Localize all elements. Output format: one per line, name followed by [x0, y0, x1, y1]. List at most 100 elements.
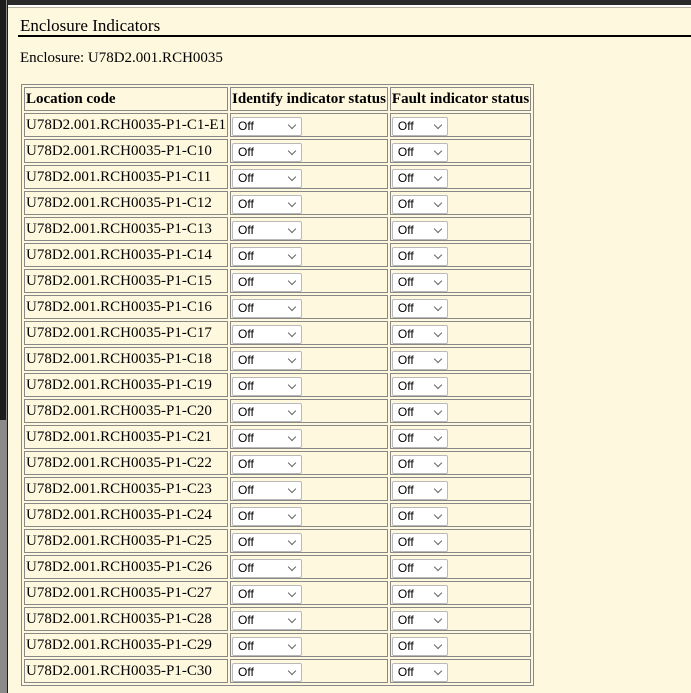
identify-indicator-select[interactable]: Off [232, 454, 303, 474]
fault-indicator-select[interactable]: Off [391, 298, 448, 318]
chevron-down-icon [433, 406, 443, 415]
fault-indicator-select[interactable]: Off [391, 324, 448, 344]
identify-indicator-select[interactable]: Off [232, 558, 303, 578]
identify-indicator-select[interactable]: Off [232, 506, 303, 526]
select-value: Off [238, 612, 254, 627]
chevron-down-icon [287, 302, 297, 311]
fault-indicator-select[interactable]: Off [391, 506, 448, 526]
fault-indicator-select[interactable]: Off [391, 584, 448, 604]
select-value: Off [397, 586, 414, 601]
chevron-down-icon [287, 198, 297, 207]
fault-status-cell: Off [389, 347, 532, 371]
fault-status-cell: Off [389, 529, 532, 553]
location-code-cell: U78D2.001.RCH0035-P1-C24 [24, 503, 229, 527]
fault-indicator-select[interactable]: Off [391, 610, 448, 630]
table-row: U78D2.001.RCH0035-P1-C22 Off Off [24, 451, 532, 475]
chevron-down-icon [433, 354, 443, 363]
identify-status-cell: Off [230, 243, 388, 267]
location-code-cell: U78D2.001.RCH0035-P1-C15 [24, 269, 229, 293]
identify-status-cell: Off [230, 139, 388, 163]
select-value: Off [397, 222, 414, 237]
select-value: Off [397, 274, 414, 289]
chevron-down-icon [433, 588, 443, 597]
chevron-down-icon [287, 380, 297, 389]
chevron-down-icon [433, 328, 443, 337]
fault-indicator-select[interactable]: Off [391, 532, 448, 552]
left-frame-shade [0, 0, 6, 420]
fault-indicator-select[interactable]: Off [391, 194, 448, 214]
table-row: U78D2.001.RCH0035-P1-C17 Off Off [24, 321, 532, 345]
location-code-cell: U78D2.001.RCH0035-P1-C10 [24, 139, 229, 163]
select-value: Off [238, 326, 254, 341]
identify-indicator-select[interactable]: Off [232, 662, 303, 682]
identify-status-cell: Off [230, 581, 388, 605]
identify-indicator-select[interactable]: Off [232, 402, 303, 422]
table-row: U78D2.001.RCH0035-P1-C25 Off Off [24, 529, 532, 553]
identify-indicator-select[interactable]: Off [232, 584, 303, 604]
select-value: Off [397, 170, 414, 185]
identify-indicator-select[interactable]: Off [232, 194, 303, 214]
fault-indicator-select[interactable]: Off [391, 246, 448, 266]
table-row: U78D2.001.RCH0035-P1-C18 Off Off [24, 347, 532, 371]
select-value: Off [238, 300, 254, 315]
table-row: U78D2.001.RCH0035-P1-C30 Off Off [24, 659, 532, 683]
fault-indicator-select[interactable]: Off [391, 376, 448, 396]
heading-divider [18, 35, 691, 37]
identify-indicator-select[interactable]: Off [232, 532, 303, 552]
identify-indicator-select[interactable]: Off [232, 636, 303, 656]
fault-indicator-select[interactable]: Off [391, 142, 448, 162]
identify-indicator-select[interactable]: Off [232, 376, 303, 396]
fault-indicator-select[interactable]: Off [391, 402, 448, 422]
identify-indicator-select[interactable]: Off [232, 480, 303, 500]
identify-indicator-select[interactable]: Off [232, 298, 303, 318]
fault-indicator-select[interactable]: Off [391, 636, 448, 656]
content-panel: Enclosure Indicators Enclosure: U78D2.00… [8, 5, 691, 693]
fault-indicator-select[interactable]: Off [391, 220, 448, 240]
select-value: Off [397, 482, 414, 497]
fault-status-cell: Off [389, 581, 532, 605]
identify-indicator-select[interactable]: Off [232, 324, 303, 344]
fault-indicator-select[interactable]: Off [391, 428, 448, 448]
select-value: Off [238, 170, 254, 185]
location-code-cell: U78D2.001.RCH0035-P1-C16 [24, 295, 229, 319]
chevron-down-icon [287, 406, 297, 415]
identify-status-cell: Off [230, 191, 388, 215]
fault-status-cell: Off [389, 451, 532, 475]
select-value: Off [238, 534, 254, 549]
chevron-down-icon [433, 276, 443, 285]
location-code-cell: U78D2.001.RCH0035-P1-C23 [24, 477, 229, 501]
identify-indicator-select[interactable]: Off [232, 142, 303, 162]
chevron-down-icon [287, 614, 297, 623]
fault-indicator-select[interactable]: Off [391, 480, 448, 500]
identify-indicator-select[interactable]: Off [232, 428, 303, 448]
fault-indicator-select[interactable]: Off [391, 168, 448, 188]
identify-indicator-select[interactable]: Off [232, 220, 303, 240]
identify-status-cell: Off [230, 529, 388, 553]
identify-indicator-select[interactable]: Off [232, 246, 303, 266]
identify-indicator-select[interactable]: Off [232, 272, 303, 292]
fault-indicator-select[interactable]: Off [391, 454, 448, 474]
identify-status-cell: Off [230, 347, 388, 371]
chevron-down-icon [433, 172, 443, 181]
fault-indicator-select[interactable]: Off [391, 558, 448, 578]
chevron-down-icon [287, 120, 297, 129]
identify-status-cell: Off [230, 373, 388, 397]
select-value: Off [397, 508, 414, 523]
fault-indicator-select[interactable]: Off [391, 350, 448, 370]
header-identify-status: Identify indicator status [230, 87, 388, 111]
fault-indicator-select[interactable]: Off [391, 116, 448, 136]
left-frame-border [0, 0, 8, 693]
identify-status-cell: Off [230, 555, 388, 579]
identify-indicator-select[interactable]: Off [232, 168, 303, 188]
location-code-cell: U78D2.001.RCH0035-P1-C28 [24, 607, 229, 631]
fault-indicator-select[interactable]: Off [391, 662, 448, 682]
identify-indicator-select[interactable]: Off [232, 610, 303, 630]
chevron-down-icon [433, 666, 443, 675]
chevron-down-icon [433, 198, 443, 207]
identify-indicator-select[interactable]: Off [232, 116, 303, 136]
select-value: Off [238, 560, 254, 575]
table-row: U78D2.001.RCH0035-P1-C29 Off Off [24, 633, 532, 657]
identify-indicator-select[interactable]: Off [232, 350, 303, 370]
fault-indicator-select[interactable]: Off [391, 272, 448, 292]
fault-status-cell: Off [389, 295, 532, 319]
